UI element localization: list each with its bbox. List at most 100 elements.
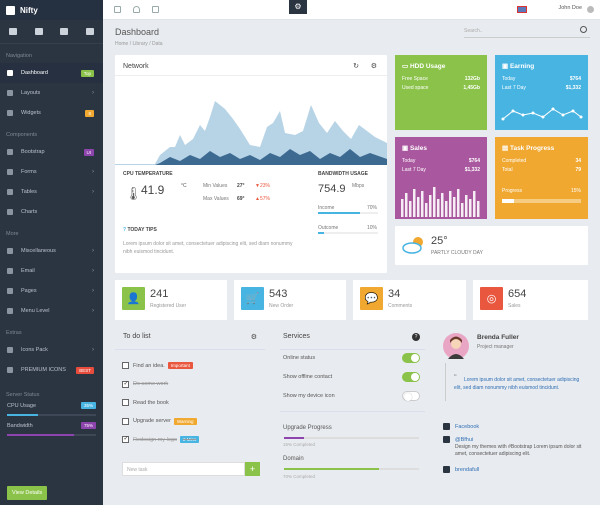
upgrade-progress-title: Upgrade Progress — [283, 425, 332, 431]
todo-checkbox[interactable] — [122, 399, 129, 406]
breadcrumb-library[interactable]: Library — [133, 41, 148, 47]
sidebar-item-11[interactable]: Icons Pack › — [0, 340, 103, 360]
earning-tile: ▣ Earning Today $764 Last 7 Day $1,332 — [495, 55, 588, 130]
menu-icon[interactable] — [114, 6, 121, 13]
sales-tile: ▣ Sales Today $764 Last 7 Day $1,332 — [395, 137, 487, 219]
grid-icon[interactable] — [152, 6, 159, 13]
user-name[interactable]: John Doe — [558, 5, 582, 11]
sidebar-item-label: Email — [21, 268, 35, 274]
sidebar-item-badge: UI — [83, 148, 94, 156]
sidebar-item-label: Pages — [21, 288, 37, 294]
profile-avatar[interactable] — [443, 333, 469, 359]
bell-icon[interactable] — [133, 6, 140, 13]
task-progress-bar — [502, 199, 514, 203]
sidebar-item-label: Menu Level — [21, 308, 50, 314]
todo-checkbox[interactable] — [122, 417, 129, 425]
bandwidth-usage-value: 754.9 — [318, 183, 346, 195]
service-toggle[interactable] — [402, 391, 420, 401]
sidebar-item-icon — [7, 189, 13, 195]
earning-title: ▣ Earning — [502, 62, 534, 70]
search-input[interactable]: Search.. — [464, 24, 590, 38]
sidebar-item-7[interactable]: Miscellaneous › — [0, 241, 103, 261]
sales-today-label: Today — [402, 158, 416, 164]
weather-card: 25° PARTLY CLOUDY DAY — [395, 226, 588, 265]
sidebar-item-6[interactable]: Charts — [0, 202, 103, 222]
today-tips-text-title: TODAY TIPS — [127, 227, 157, 233]
todo-item[interactable]: Read the book — [122, 399, 169, 406]
nav-list-more: Miscellaneous › Email › Pages › Menu Level › — [0, 241, 103, 321]
stat-caption: Comments — [388, 303, 413, 309]
earning-today-label: Today — [502, 76, 516, 82]
todo-label: Redesign my logo — [133, 436, 178, 443]
user-avatar[interactable] — [587, 6, 594, 13]
logo-icon — [6, 5, 15, 15]
sidebar-item-label: Bootstrap — [21, 149, 45, 155]
chevron-right-icon: › — [92, 268, 94, 274]
sidebar-item-4[interactable]: Forms › — [0, 162, 103, 182]
cpu-temp-unit: °C — [181, 183, 187, 189]
breadcrumb-data: Data — [151, 41, 163, 47]
twitter-link[interactable]: @Bfhui — [443, 436, 473, 443]
network-area-chart — [115, 101, 387, 165]
view-details-button[interactable]: View Details — [7, 486, 48, 500]
service-toggle[interactable] — [402, 372, 420, 382]
chevron-right-icon: › — [92, 288, 94, 294]
outcome-bar — [318, 232, 324, 234]
sidebar-item-0[interactable]: Dashboard Top — [0, 63, 103, 83]
new-task-input[interactable]: New task — [122, 462, 245, 476]
stat-caption: Registered User — [150, 303, 187, 309]
facebook-text: Facebook — [455, 423, 480, 430]
todo-item[interactable]: ✓ Do some work — [122, 380, 168, 388]
stat-card-2: 💬 34 Comments — [353, 280, 466, 320]
task-title-text: Task Progress — [509, 145, 555, 152]
sidebar-item-1[interactable]: Layouts › — [0, 83, 103, 103]
facebook-link[interactable]: Facebook — [443, 423, 479, 430]
profile-website-link[interactable]: brendafull — [443, 466, 479, 473]
todo-checkbox[interactable]: ✓ — [122, 436, 129, 443]
earning-sparkline — [501, 107, 583, 121]
service-toggle[interactable] — [402, 353, 420, 363]
todo-gear-icon[interactable]: ⚙ — [251, 333, 257, 341]
lock-icon[interactable] — [60, 28, 69, 35]
sidebar-item-icon — [7, 347, 13, 353]
sidebar-item-2[interactable]: Widgets 8 — [0, 103, 103, 123]
todo-item[interactable]: Find an idea. Important — [122, 362, 193, 369]
power-icon[interactable] — [86, 28, 95, 35]
sidebar-item-9[interactable]: Pages › — [0, 281, 103, 301]
sidebar-item-label: Forms — [21, 169, 37, 175]
sidebar-item-8[interactable]: Email › — [0, 261, 103, 281]
sidebar-item-12[interactable]: PREMIUM ICONS BEST — [0, 360, 103, 380]
todo-checkbox[interactable] — [122, 362, 129, 369]
task-progress-tile: ▤ Task Progress Completed 34 Total 79 Prog… — [495, 137, 588, 219]
bandwidth-label: Bandwidth — [7, 422, 33, 429]
sidebar-item-icon — [7, 110, 13, 116]
network-gear-icon[interactable]: ⚙ — [371, 62, 377, 70]
brand[interactable]: Nifty — [0, 0, 103, 20]
quick-links — [0, 20, 103, 44]
services-help-icon[interactable]: ? — [412, 333, 420, 341]
todo-item[interactable]: Upgrade server Warning — [122, 417, 197, 425]
stat-number: 34 — [388, 288, 401, 300]
settings-gear-icon[interactable]: ⚙ — [289, 0, 307, 14]
todo-checkbox[interactable]: ✓ — [122, 380, 129, 388]
network-title: Network — [123, 63, 149, 70]
monitor-icon[interactable] — [8, 28, 17, 35]
search-icon[interactable] — [580, 26, 587, 33]
stat-icon: 💬 — [360, 287, 383, 310]
sidebar-item-5[interactable]: Tables › — [0, 182, 103, 202]
sidebar-item-label: Charts — [21, 209, 38, 215]
earning-title-text: Earning — [509, 63, 535, 70]
todo-item[interactable]: ✓ Redesign my logo 2 Mins — [122, 436, 200, 443]
sidebar-item-3[interactable]: Bootstrap UI — [0, 142, 103, 162]
users-icon[interactable] — [34, 28, 43, 35]
wallet-icon: ▣ — [502, 63, 509, 70]
breadcrumb-home[interactable]: Home — [115, 41, 128, 47]
cpu-usage-label: CPU Usage — [7, 402, 37, 409]
refresh-icon[interactable]: ↻ — [353, 62, 359, 70]
sidebar-item-10[interactable]: Menu Level › — [0, 301, 103, 321]
today-tips-title: ? TODAY TIPS — [123, 227, 157, 233]
income-bar — [318, 212, 360, 214]
language-flag-icon[interactable] — [517, 6, 527, 13]
add-task-button[interactable]: + — [245, 462, 260, 476]
earning-today-value: $764 — [569, 76, 581, 82]
